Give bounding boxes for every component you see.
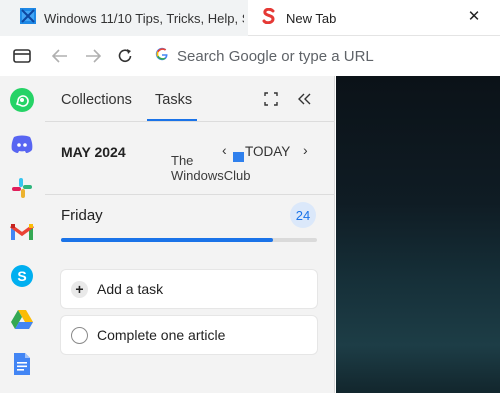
month-label: MAY 2024 bbox=[61, 144, 126, 160]
divider bbox=[45, 194, 335, 195]
add-task-label: Add a task bbox=[97, 281, 164, 297]
google-drive-icon[interactable] bbox=[8, 306, 36, 334]
tab-strip: Windows 11/10 Tips, Tricks, Help, Su New… bbox=[0, 0, 500, 36]
tab-label: New Tab bbox=[286, 10, 337, 26]
tab-new-tab[interactable]: New Tab bbox=[248, 0, 500, 36]
google-docs-icon[interactable] bbox=[8, 350, 36, 378]
progress-bar bbox=[61, 238, 317, 242]
watermark-line2: WindowsClub bbox=[171, 168, 251, 183]
day-number-badge: 24 bbox=[290, 202, 316, 228]
toolbar: Search Google or type a URL bbox=[0, 36, 500, 76]
back-arrow-icon[interactable] bbox=[50, 46, 70, 66]
tab-windowsclub[interactable]: Windows 11/10 Tips, Tricks, Help, Su bbox=[0, 0, 248, 36]
tab-tasks[interactable]: Tasks bbox=[155, 92, 192, 108]
chevron-right-icon[interactable]: › bbox=[303, 142, 308, 158]
search-input[interactable]: Search Google or type a URL bbox=[177, 48, 374, 65]
skype-icon[interactable]: S bbox=[8, 262, 36, 290]
page-background-image bbox=[336, 76, 500, 393]
tab-collections[interactable]: Collections bbox=[61, 92, 132, 108]
watermark-logo-icon bbox=[233, 152, 244, 162]
close-tab-icon[interactable]: ✕ bbox=[466, 9, 482, 25]
address-bar[interactable]: Search Google or type a URL bbox=[155, 44, 374, 68]
slack-icon[interactable] bbox=[8, 174, 36, 202]
task-label: Complete one article bbox=[97, 327, 226, 343]
forward-arrow-icon[interactable] bbox=[83, 46, 103, 66]
app-rail: S bbox=[0, 76, 45, 393]
google-g-icon bbox=[155, 47, 169, 66]
svg-text:S: S bbox=[17, 268, 26, 284]
reload-icon[interactable] bbox=[115, 46, 135, 66]
add-task-button[interactable]: + Add a task bbox=[61, 270, 317, 308]
active-tab-indicator bbox=[147, 119, 197, 121]
s-logo-icon bbox=[262, 7, 276, 29]
tasks-panel: Collections Tasks MAY 2024 ‹ TODAY › The… bbox=[45, 76, 335, 393]
progress-fill bbox=[61, 238, 274, 242]
today-button[interactable]: TODAY bbox=[245, 144, 290, 159]
expand-icon[interactable] bbox=[262, 90, 280, 108]
task-item[interactable]: Complete one article bbox=[61, 316, 317, 354]
collapse-icon[interactable] bbox=[295, 90, 313, 108]
whatsapp-icon[interactable] bbox=[8, 86, 36, 114]
windows-logo-icon bbox=[20, 7, 36, 29]
day-label: Friday bbox=[61, 207, 103, 224]
gmail-icon[interactable] bbox=[8, 218, 36, 246]
plus-icon: + bbox=[71, 280, 88, 298]
sidebar-toggle-icon[interactable] bbox=[12, 46, 32, 66]
task-checkbox[interactable] bbox=[71, 326, 88, 344]
tab-label: Windows 11/10 Tips, Tricks, Help, Su bbox=[44, 10, 244, 26]
panel-tabs: Collections Tasks bbox=[45, 76, 335, 122]
discord-icon[interactable] bbox=[8, 130, 36, 158]
